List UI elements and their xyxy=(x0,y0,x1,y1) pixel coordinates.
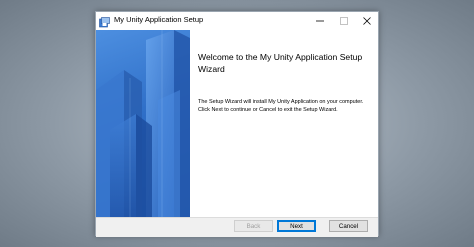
wizard-footer: Back Next Cancel xyxy=(96,217,378,237)
minimize-icon xyxy=(316,12,324,30)
welcome-panel: Welcome to the My Unity Application Setu… xyxy=(190,30,378,217)
wizard-banner xyxy=(96,30,190,217)
maximize-icon xyxy=(340,12,348,30)
close-button[interactable] xyxy=(355,12,379,30)
close-icon xyxy=(363,12,371,30)
setup-wizard-window: My Unity Application Setup Welcome to th… xyxy=(95,11,379,237)
blue-buildings-graphic xyxy=(96,30,190,217)
window-title: My Unity Application Setup xyxy=(114,15,204,24)
cancel-button[interactable]: Cancel xyxy=(329,220,368,232)
welcome-description: The Setup Wizard will install My Unity A… xyxy=(198,99,364,113)
maximize-button[interactable] xyxy=(332,12,356,30)
welcome-heading: Welcome to the My Unity Application Setu… xyxy=(198,52,363,74)
back-button[interactable]: Back xyxy=(234,220,273,232)
installer-icon xyxy=(99,15,110,28)
next-button[interactable]: Next xyxy=(277,220,316,232)
title-bar[interactable]: My Unity Application Setup xyxy=(96,12,378,30)
minimize-button[interactable] xyxy=(308,12,332,30)
